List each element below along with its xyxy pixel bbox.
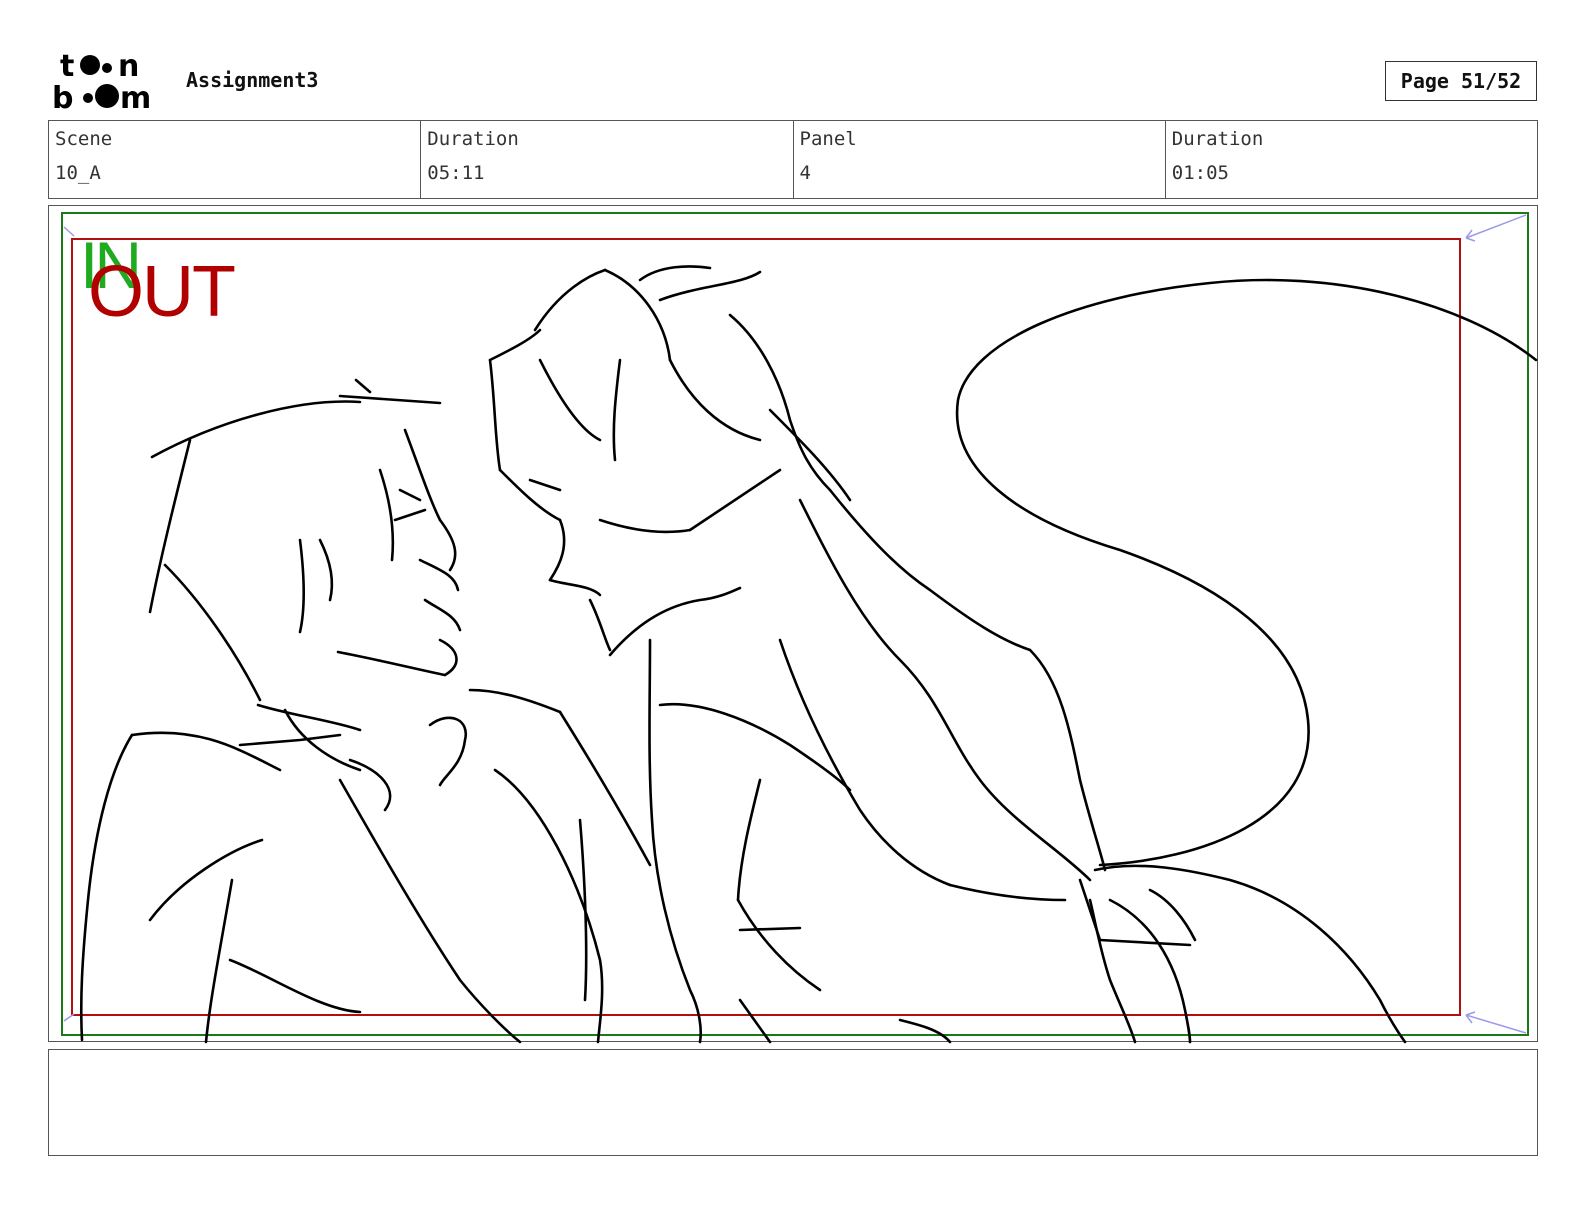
camera-frame-out [71,238,1461,1016]
out-marker: OUT [88,252,236,332]
panel-notes-box[interactable] [48,1049,1538,1156]
camera-move-arrows [63,214,1527,1034]
camera-frame-in [61,212,1529,1036]
panel-sketch [61,212,1538,1044]
sketch-drawing [79,265,1538,1044]
